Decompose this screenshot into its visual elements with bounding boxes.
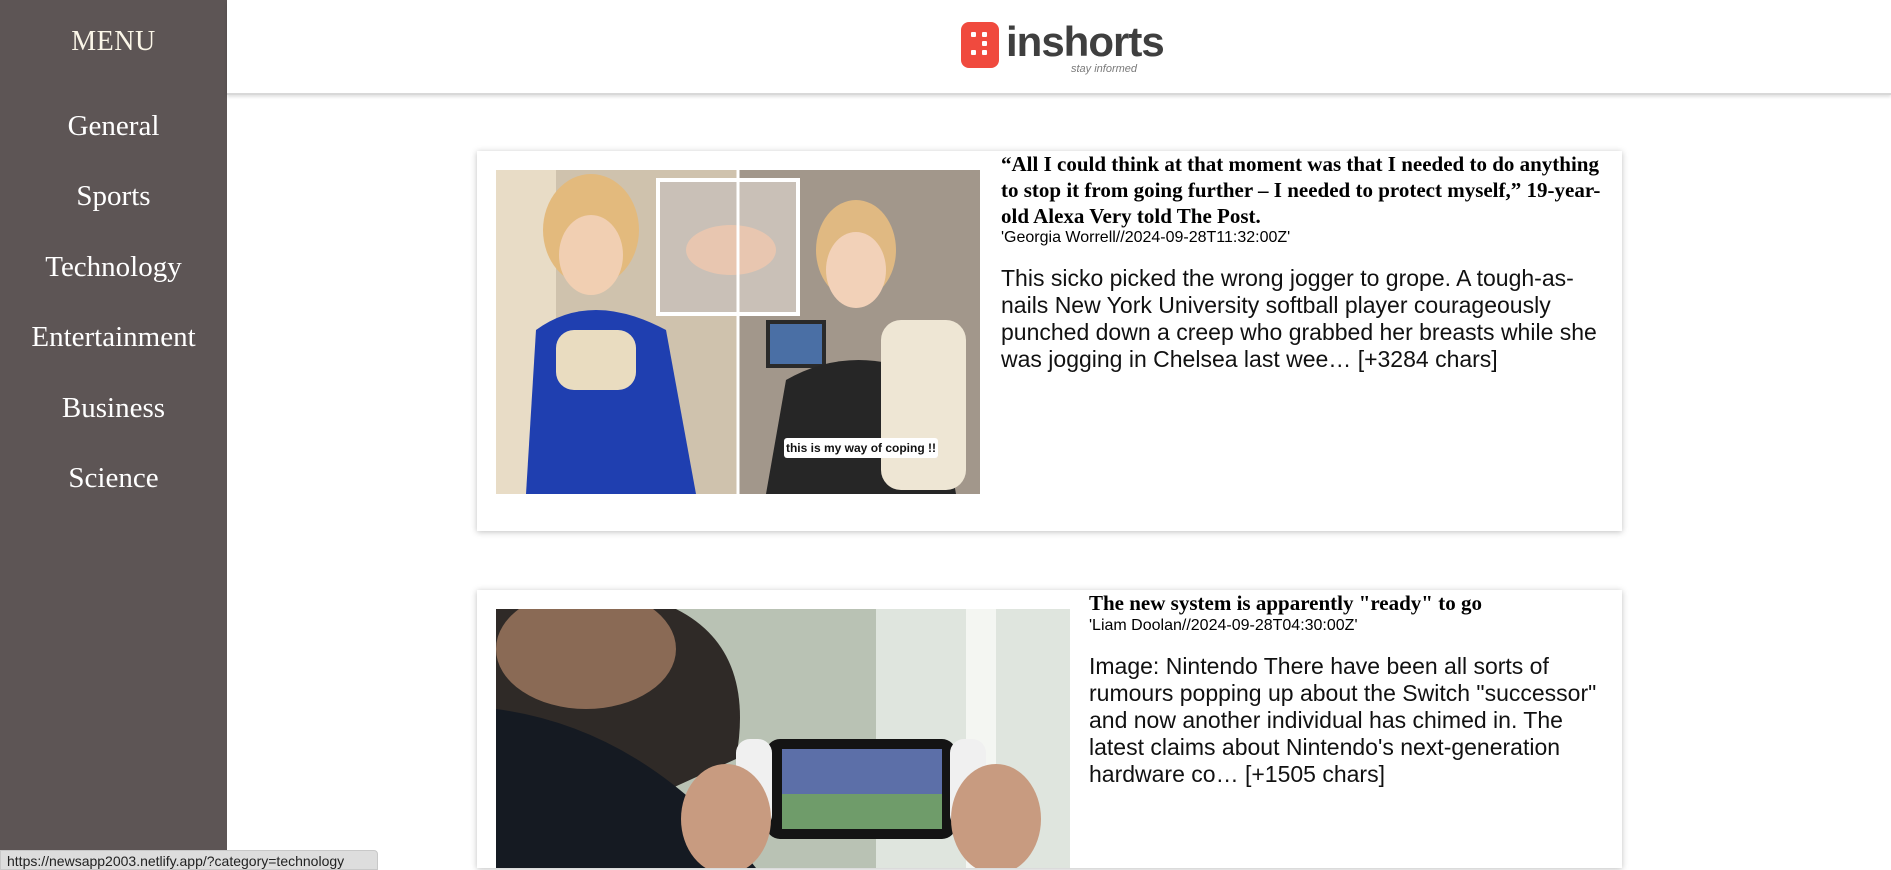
header: inshorts stay informed (227, 0, 1891, 95)
news-image-graphic (496, 609, 1070, 868)
article-title[interactable]: The new system is apparently "ready" to … (1089, 590, 1609, 616)
article-meta: 'Georgia Worrell//2024-09-28T11:32:00Z' (1001, 229, 1291, 246)
sidebar-item-entertainment[interactable]: Entertainment (0, 321, 227, 354)
sidebar-item-technology[interactable]: Technology (0, 251, 227, 284)
menu-title: MENU (71, 26, 156, 57)
article-meta: 'Liam Doolan//2024-09-28T04:30:00Z' (1089, 617, 1358, 634)
sidebar-item-business[interactable]: Business (0, 392, 227, 425)
article-description: This sicko picked the wrong jogger to gr… (1001, 265, 1597, 372)
logo-text[interactable]: inshorts (1006, 18, 1165, 66)
sidebar-item-general[interactable]: General (0, 110, 227, 143)
status-bar-url: https://newsapp2003.netlify.app/?categor… (0, 850, 378, 870)
article-title[interactable]: “All I could think at that moment was th… (1001, 151, 1601, 229)
news-card: this is my way of coping !! “All I could… (477, 151, 1622, 531)
logo-icon[interactable] (961, 22, 999, 68)
article-description: Image: Nintendo There have been all sort… (1089, 653, 1597, 787)
news-image: this is my way of coping !! (496, 170, 980, 494)
news-image (496, 609, 1070, 868)
sidebar-item-sports[interactable]: Sports (0, 180, 227, 213)
news-card: The new system is apparently "ready" to … (477, 590, 1622, 868)
logo-tagline: stay informed (1071, 63, 1138, 75)
sidebar: MENU General Sports Technology Entertain… (0, 0, 227, 868)
sidebar-item-science[interactable]: Science (0, 462, 227, 495)
image-caption: this is my way of coping !! (785, 441, 937, 455)
